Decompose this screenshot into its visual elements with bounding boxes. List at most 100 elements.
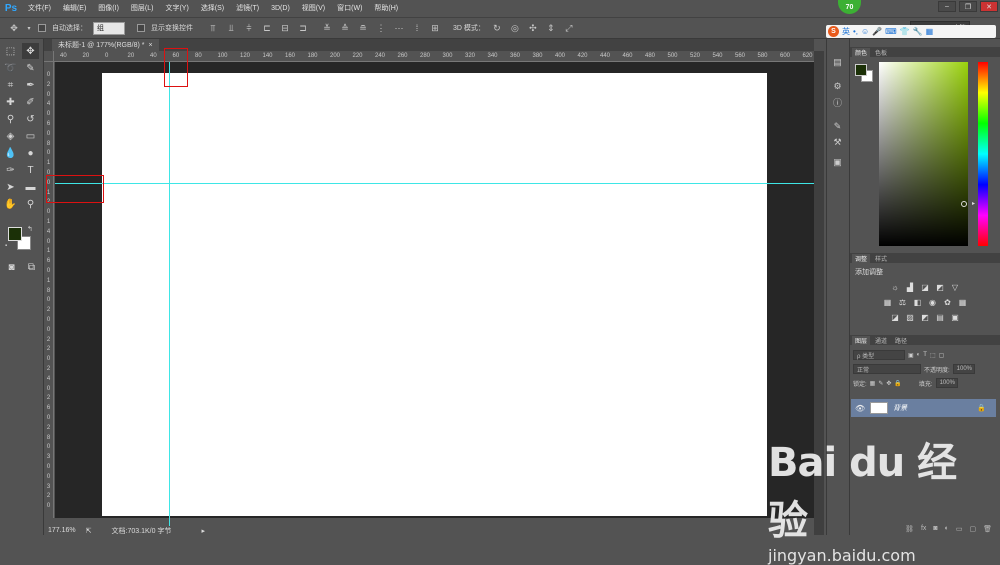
toolbox-icon[interactable]: 🔧 [913,27,923,36]
align-top-icon[interactable]: ⫪ [207,22,219,34]
vertical-guide[interactable] [169,62,170,535]
history-brush-tool-icon[interactable]: ↺ [22,111,39,127]
menu-3d[interactable]: 3D(D) [265,0,296,17]
show-transform-checkbox[interactable] [137,24,145,32]
stamp-tool-icon[interactable]: ⚲ [2,111,19,127]
tool-presets-icon[interactable]: ⚒ [830,135,846,149]
quick-mask-icon[interactable]: ◙ [3,259,20,275]
tab-styles[interactable]: 样式 [872,254,890,263]
zoom-level[interactable]: 177.16% [48,527,76,534]
vibrance-icon[interactable]: ▽ [950,282,960,292]
invert-icon[interactable]: ◪ [890,312,900,322]
pen-tool-icon[interactable]: ✑ [2,162,19,178]
type-tool-icon[interactable]: T [22,162,39,178]
punctuation-icon[interactable]: •, [853,27,858,36]
menu-image[interactable]: 图像(I) [92,0,125,17]
gradient-map-icon[interactable]: ▤ [935,312,945,322]
align-left-icon[interactable]: ⊏ [261,22,273,34]
foreground-color-swatch[interactable] [8,227,22,241]
filter-type-icon[interactable]: T [923,352,927,358]
link-layers-icon[interactable]: ⛓ [905,525,914,535]
restore-button[interactable]: ❐ [959,1,977,12]
auto-select-checkbox[interactable] [38,24,46,32]
document-tab[interactable]: 未标题-1 @ 177%(RGB/8) * × [52,39,159,51]
history-panel-icon[interactable]: ▤ [830,55,846,69]
ruler-origin[interactable] [44,51,54,62]
vertical-ruler[interactable]: 0204060801001201401601802002202402602803… [44,62,54,518]
distribute-vcenter-icon[interactable]: ≙ [339,22,351,34]
ime-language-toggle[interactable]: 英 [842,26,850,37]
distribute-hcenter-icon[interactable]: ⋯ [393,22,405,34]
menu-layer[interactable]: 图层(L) [125,0,160,17]
delete-layer-icon[interactable]: 🗑 [983,525,992,535]
tab-swatches[interactable]: 色板 [872,48,890,57]
distribute-bottom-icon[interactable]: ≘ [357,22,369,34]
dodge-tool-icon[interactable]: ● [22,145,39,161]
menu-grid-icon[interactable]: ▦ [926,27,934,36]
add-mask-icon[interactable]: ◙ [933,525,937,535]
color-lookup-icon[interactable]: ▦ [958,297,968,307]
new-layer-icon[interactable]: ▢ [969,525,976,535]
document-canvas[interactable] [102,73,767,516]
auto-select-dropdown[interactable]: 组 [93,21,125,35]
document-tab-close-icon[interactable]: × [148,42,152,49]
auto-align-icon[interactable]: ⊞ [429,22,441,34]
gradient-tool-icon[interactable]: ▭ [22,128,39,144]
eyedropper-tool-icon[interactable]: ✒ [22,77,39,93]
tab-channels[interactable]: 通道 [872,336,890,345]
selective-color-icon[interactable]: ▣ [950,312,960,322]
levels-icon[interactable]: ▟ [905,282,915,292]
sogou-logo-icon[interactable]: S [828,26,839,37]
minimize-button[interactable]: – [938,1,956,12]
hand-tool-icon[interactable]: ✋ [2,196,19,212]
menu-type[interactable]: 文字(Y) [159,0,194,17]
align-hcenter-icon[interactable]: ⊟ [279,22,291,34]
crop-tool-icon[interactable]: ⌗ [2,77,19,93]
color-spectrum[interactable] [879,62,968,246]
lock-transparent-icon[interactable]: ▦ [870,380,876,387]
lock-all-icon[interactable]: 🔒 [894,380,901,387]
new-group-icon[interactable]: ▭ [956,525,963,535]
zoom-tool-icon[interactable]: ⚲ [22,196,39,212]
layer-row-background[interactable]: 👁 背景 🔒 [851,399,996,417]
quick-select-tool-icon[interactable]: ✎ [22,60,39,76]
tab-layers[interactable]: 图层 [852,336,871,345]
filter-adjust-icon[interactable]: ◐ [917,352,921,358]
brush-tool-icon[interactable]: ✐ [22,94,39,110]
exposure-icon[interactable]: ◩ [935,282,945,292]
tool-preset-chevron-icon[interactable]: ▾ [26,22,32,34]
photo-filter-icon[interactable]: ◉ [928,297,938,307]
brightness-icon[interactable]: ☼ [890,282,900,292]
hue-slider[interactable] [978,62,988,246]
align-bottom-icon[interactable]: ⫩ [243,22,255,34]
horizontal-guide[interactable] [55,183,814,184]
curves-icon[interactable]: ◪ [920,282,930,292]
tab-paths[interactable]: 路径 [892,336,910,345]
lock-paint-icon[interactable]: ✎ [878,380,883,387]
hue-slider-arrow-icon[interactable]: ▸ [972,200,975,207]
keyboard-icon[interactable]: ⌨ [885,27,897,36]
scale-3d-icon[interactable]: ⤢ [563,22,575,34]
status-menu-arrow-icon[interactable]: ▸ [201,527,205,535]
layer-name[interactable]: 背景 [893,403,907,413]
blur-tool-icon[interactable]: 💧 [2,145,19,161]
screen-mode-icon[interactable]: ⧉ [23,259,40,275]
fill-input[interactable]: 100% [935,378,958,388]
opacity-input[interactable]: 100% [952,364,975,374]
info-panel-icon[interactable]: ⓘ [830,95,846,109]
voice-icon[interactable]: 🎤 [872,27,882,36]
emoji-icon[interactable]: ☺ [861,27,869,36]
rotate-3d-icon[interactable]: ↻ [491,22,503,34]
new-adjustment-icon[interactable]: ◐ [945,525,949,535]
filter-pixel-icon[interactable]: ▣ [908,352,914,359]
distribute-right-icon[interactable]: ⁞ [411,22,423,34]
panel-foreground-swatch[interactable] [855,64,867,76]
visibility-eye-icon[interactable]: 👁 [855,404,865,413]
swap-colors-icon[interactable]: ↰ [27,225,33,233]
posterize-icon[interactable]: ▨ [905,312,915,322]
menu-select[interactable]: 选择(S) [195,0,230,17]
default-colors-icon[interactable]: ▪ [5,243,7,249]
align-vcenter-icon[interactable]: ⫫ [225,22,237,34]
move-tool-icon[interactable]: ✥ [8,22,20,34]
menu-file[interactable]: 文件(F) [22,0,57,17]
